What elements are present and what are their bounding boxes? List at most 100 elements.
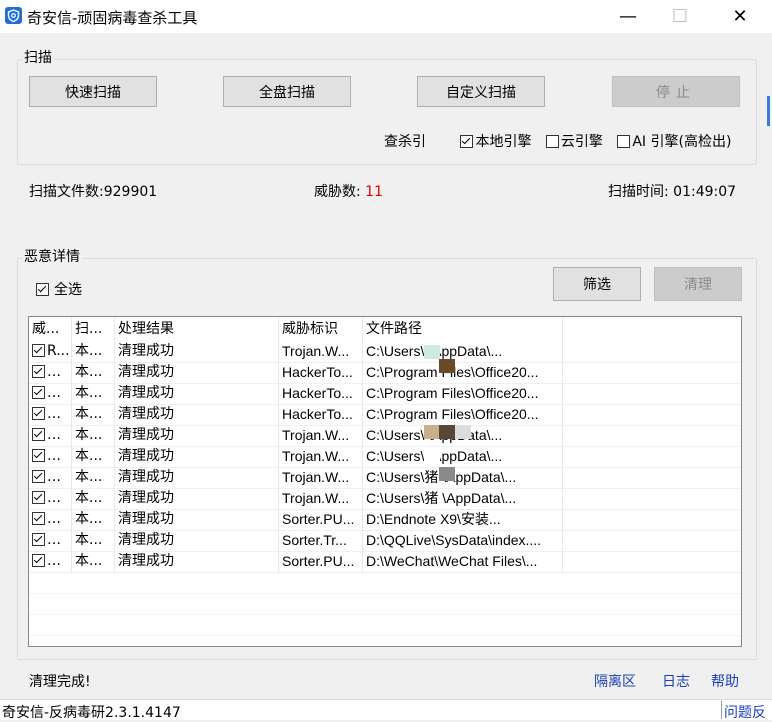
select-all-checkbox[interactable]: 全选 [36,279,82,299]
table-row[interactable]: 文...本...清理成功HackerTo...C:\Program Files\… [29,383,741,405]
scan-engine-cell: 本... [72,467,115,488]
row-checkbox[interactable] [32,490,45,504]
redaction-mosaic [439,425,455,439]
scan-engine-cell: 本... [72,551,115,572]
local-engine-checkbox[interactable] [460,134,474,148]
clean-button[interactable]: 清理 [654,267,742,301]
result-cell: 清理成功 [115,509,279,530]
threat-type-cell: 文... [29,362,72,383]
stop-button[interactable]: 停止 [612,76,740,107]
table-row[interactable]: 文...本...清理成功Sorter.PU...D:\Endnote X9\安装… [29,509,741,531]
threat-type-cell: 文... [29,467,72,488]
threat-id-cell: Trojan.W... [279,467,363,488]
threat-id-cell: Sorter.Tr... [279,530,363,551]
cloud-engine-option[interactable]: 云引擎 [545,134,603,150]
scan-engine-cell: 本... [72,383,115,404]
maximize-button[interactable]: ☐ [656,0,704,33]
row-checkbox[interactable] [32,427,45,441]
row-checkbox[interactable] [32,448,45,462]
table-row[interactable]: R... 本... 清理成功 Trojan.W... C:\Users\ \AppDat… [29,341,741,363]
table-row[interactable]: 文...本...清理成功Trojan.W...C:\Users\猪 \AppDa… [29,467,741,489]
file-path-cell: C:\Users\猪 \AppData\... [363,467,563,488]
table-row[interactable]: 文...本...清理成功Sorter.Tr...D:\QQLive\SysDat… [29,530,741,552]
filler-cell [563,362,741,383]
result-cell: 清理成功 [115,404,279,425]
filler-cell [563,530,741,551]
header-file-path[interactable]: 文件路径 [363,317,563,341]
threat-type-cell: 文... [29,488,72,509]
threat-list[interactable]: 威... 扫... 处理结果 威胁标识 文件路径 R... 本... 清理成功 Tro… [28,316,742,647]
table-row[interactable]: 文...本...清理成功Trojan.W...C:\Users\ \AppDat… [29,425,741,447]
file-path-cell: D:\Endnote X9\安装... [363,509,563,530]
cloud-engine-checkbox[interactable] [545,134,559,148]
threat-id-cell: Trojan.W... [279,341,363,362]
scan-engine-cell: 本... [72,362,115,383]
ai-engine-option[interactable]: AI 引擎(高检出) [617,134,731,150]
threat-type-cell: 文... [29,509,72,530]
minimize-button[interactable]: — [604,0,652,33]
result-cell: 清理成功 [115,488,279,509]
row-checkbox[interactable] [32,553,45,567]
table-row[interactable]: 文...本...清理成功Trojan.W...C:\Users\ \AppDat… [29,446,741,468]
header-threat-type[interactable]: 威... [29,317,72,341]
header-filler [563,317,741,341]
filler-cell [563,446,741,467]
row-checkbox[interactable] [32,511,45,525]
row-checkbox[interactable] [32,406,45,420]
row-checkbox[interactable] [32,385,45,399]
table-row[interactable]: 文...本...清理成功HackerTo...C:\Program Files\… [29,404,741,426]
table-row[interactable]: 文...本...清理成功Trojan.W...C:\Users\猪 \AppDa… [29,488,741,510]
empty-row [29,614,741,636]
scan-engine-cell: 本... [72,341,115,362]
scroll-accent [767,96,770,126]
result-cell: 清理成功 [115,425,279,446]
table-row[interactable]: 文...本...清理成功Sorter.PU...D:\WeChat\WeChat… [29,551,741,573]
redaction-mosaic [424,345,440,359]
row-checkbox[interactable] [32,343,45,357]
background-window-title[interactable]: 奇安信-反病毒研2.3.1.4147 [2,702,181,722]
file-path-cell: C:\Program Files\Office20... [363,404,563,425]
filler-cell [563,488,741,509]
threat-type-cell: 文... [29,383,72,404]
local-engine-option[interactable]: 本地引擎 [460,134,531,150]
quarantine-link[interactable]: 隔离区 [594,671,636,691]
filler-cell [563,509,741,530]
threat-count-stat: 威胁数: 11 [314,184,383,200]
empty-row [29,593,741,615]
filler-cell [563,551,741,572]
quick-scan-button[interactable]: 快速扫描 [29,76,157,107]
filler-cell [563,383,741,404]
redaction-mosaic [455,425,471,439]
scan-engine-cell: 本... [72,425,115,446]
filler-cell [563,404,741,425]
file-path-cell: C:\Users\ \AppData\... [363,446,563,467]
filter-button[interactable]: 筛选 [553,267,641,301]
help-link[interactable]: 帮助 [711,671,739,691]
result-cell: 清理成功 [115,467,279,488]
divider [721,701,722,719]
custom-scan-button[interactable]: 自定义扫描 [417,76,545,107]
threat-id-cell: Sorter.PU... [279,551,363,572]
threat-type-cell: 文... [29,530,72,551]
ai-engine-checkbox[interactable] [617,134,631,148]
log-link[interactable]: 日志 [662,671,690,691]
table-row[interactable]: 文...本...清理成功HackerTo...C:\Program Files\… [29,362,741,384]
header-threat-id[interactable]: 威胁标识 [279,317,363,341]
redaction-mosaic [424,447,440,461]
full-scan-button[interactable]: 全盘扫描 [223,76,351,107]
result-cell: 清理成功 [115,446,279,467]
row-checkbox[interactable] [32,364,45,378]
filler-cell [563,341,741,362]
scan-engine-cell: 本... [72,530,115,551]
header-scan-engine[interactable]: 扫... [72,317,115,341]
close-button[interactable]: ✕ [716,0,764,33]
row-checkbox[interactable] [32,532,45,546]
threat-type-cell: 文... [29,551,72,572]
status-text: 清理完成! [29,674,91,690]
feedback-link[interactable]: 问题反 [724,702,766,722]
scan-engine-cell: 本... [72,446,115,467]
header-result[interactable]: 处理结果 [115,317,279,341]
row-checkbox[interactable] [32,469,45,483]
threat-type-cell: R... [29,341,72,362]
threat-type-cell: 文... [29,446,72,467]
